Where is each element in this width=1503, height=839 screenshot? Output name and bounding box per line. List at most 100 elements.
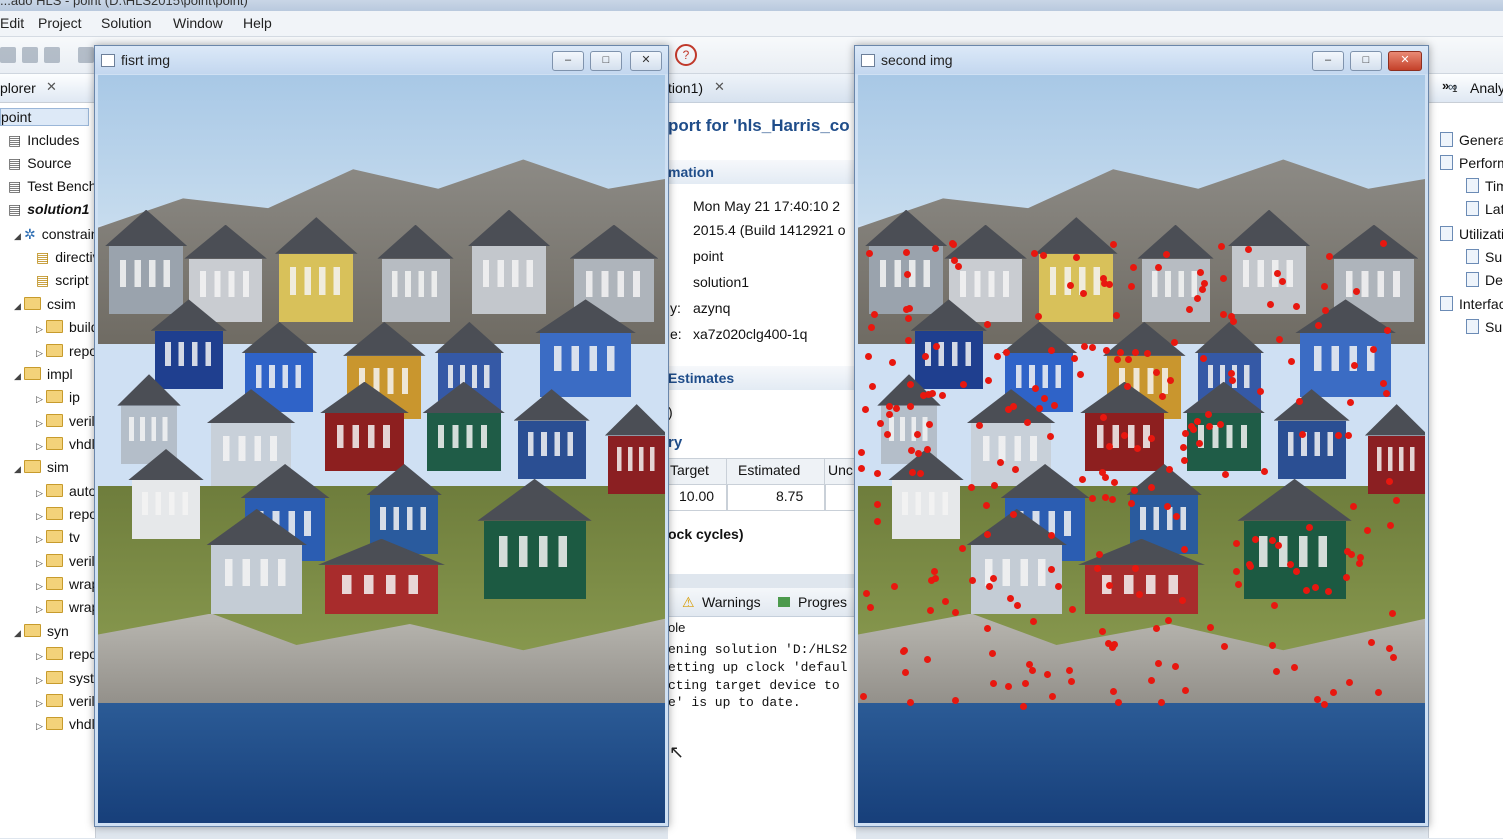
outline-item[interactable]: Utilization [1440, 226, 1503, 242]
explorer-item[interactable]: ▷ verilog [36, 693, 95, 709]
new-icon[interactable] [0, 47, 16, 63]
performance-header[interactable]: Estimates [668, 366, 856, 390]
expand-arrow-icon[interactable]: ▷ [36, 324, 46, 335]
copy-icon[interactable] [22, 47, 38, 63]
explorer-item[interactable]: ◢ csim [14, 296, 95, 312]
expand-arrow-icon[interactable]: ▷ [36, 441, 46, 452]
explorer-item[interactable]: ▷ vhdl [36, 436, 95, 452]
explorer-item[interactable]: ▷ autowrap [36, 483, 95, 499]
explorer-item[interactable]: ▷ tv [36, 529, 95, 545]
menu-solution[interactable]: Solution [101, 15, 152, 31]
expand-arrow-icon[interactable]: ▷ [36, 604, 46, 615]
explorer-item[interactable]: ▷ build [36, 319, 95, 335]
minimize-button[interactable]: – [1312, 51, 1344, 71]
explorer-item-label: point [1, 109, 32, 125]
explorer-item[interactable]: ◢ sim [14, 459, 95, 475]
close-icon[interactable]: ✕ [46, 79, 57, 95]
expand-arrow-icon[interactable]: ▷ [36, 675, 46, 686]
second-window-caption[interactable]: second img – □ ✕ [855, 46, 1428, 74]
close-button[interactable]: ✕ [1388, 51, 1422, 71]
outline-item[interactable]: Summary [1466, 319, 1503, 335]
explorer-item[interactable]: ◢ syn [14, 623, 95, 639]
explorer-item[interactable]: ▤ Test Bench [8, 178, 95, 195]
explorer-item[interactable]: ▷ wrapc [36, 576, 95, 592]
outline-item[interactable]: Latency [1466, 201, 1503, 217]
save-icon[interactable] [44, 47, 60, 63]
explorer-item[interactable]: ▤ Includes [8, 132, 95, 149]
explorer-item[interactable]: ▷ ip [36, 389, 95, 405]
expand-arrow-icon[interactable]: ▷ [36, 394, 46, 405]
corner-marker [1047, 347, 1055, 355]
second-image-window[interactable]: second img – □ ✕ [854, 45, 1429, 827]
outline-item[interactable]: Interface [1440, 296, 1503, 312]
first-image-window[interactable]: fisrt img – □ ✕ [94, 45, 669, 827]
general-info-header[interactable]: mation [668, 160, 856, 184]
explorer-item[interactable]: ▷ verilog [36, 553, 95, 569]
explorer-item[interactable]: point [0, 108, 89, 126]
explorer-item[interactable]: ◢ impl [14, 366, 95, 382]
maximize-button[interactable]: □ [1350, 51, 1382, 71]
explorer-tab[interactable]: plorer ✕ [0, 74, 95, 103]
explorer-item[interactable]: ▤ directives [36, 249, 95, 266]
expand-arrow-icon[interactable]: ▷ [36, 534, 46, 545]
expand-arrow-icon[interactable]: ▷ [36, 581, 46, 592]
more-views-icon[interactable]: » [1442, 78, 1449, 93]
expand-arrow-icon[interactable]: ▷ [36, 511, 46, 522]
explorer-item[interactable]: ▤ solution1 [8, 201, 95, 218]
corner-marker [1162, 250, 1170, 258]
explorer-item[interactable]: ▤ script [36, 272, 95, 289]
expand-arrow-icon[interactable]: ▷ [36, 348, 46, 359]
corner-marker [1047, 565, 1055, 573]
menu-help[interactable]: Help [243, 15, 272, 31]
help-icon[interactable]: ? [675, 44, 697, 66]
expand-arrow-icon[interactable]: ▷ [36, 721, 46, 732]
window-title: ...ado HLS - point (D:\HLS2015\point\poi… [0, 0, 248, 8]
folder-icon [46, 600, 63, 613]
close-button[interactable]: ✕ [630, 51, 662, 71]
expand-arrow-icon[interactable]: ▷ [36, 488, 46, 499]
tab-progress[interactable]: Progres [798, 594, 847, 610]
minimize-button[interactable]: – [552, 51, 584, 71]
corner-marker [1272, 668, 1280, 676]
outline-item[interactable]: Summary [1466, 249, 1503, 265]
explorer-item[interactable]: ▷ report [36, 343, 95, 359]
outline-item[interactable]: Detail [1466, 272, 1503, 288]
outline-item[interactable]: Timing [1466, 178, 1503, 194]
explorer-item[interactable]: ▷ verilog [36, 413, 95, 429]
report-tab[interactable]: tion1) ✕ [668, 74, 856, 103]
explorer-item[interactable]: ▷ report [36, 506, 95, 522]
section-icon [1466, 272, 1479, 287]
expand-arrow-icon[interactable]: ◢ [14, 628, 24, 639]
folder-icon [46, 577, 63, 590]
expand-arrow-icon[interactable]: ▷ [36, 698, 46, 709]
expand-arrow-icon[interactable]: ◢ [14, 464, 24, 475]
explorer-item-label: report [69, 343, 95, 359]
menu-project[interactable]: Project [38, 15, 82, 31]
expand-arrow-icon[interactable]: ◢ [14, 301, 24, 312]
expand-arrow-icon[interactable]: ▷ [36, 418, 46, 429]
explorer-item[interactable]: ▷ systemc [36, 670, 95, 686]
expand-arrow-icon[interactable]: ◢ [14, 231, 24, 242]
explorer-item[interactable]: ◢✲ constraints [14, 226, 95, 243]
expand-arrow-icon[interactable]: ▷ [36, 558, 46, 569]
explorer-item[interactable]: ▷ report [36, 646, 95, 662]
explorer-item[interactable]: ▤ Source [8, 155, 95, 172]
explorer-item-label: vhdl [69, 436, 95, 452]
menu-edit[interactable]: Edit [0, 15, 24, 31]
maximize-button[interactable]: □ [590, 51, 622, 71]
explorer-item[interactable]: ▷ vhdl [36, 716, 95, 732]
outline-item[interactable]: General [1440, 132, 1503, 148]
corner-marker [1076, 371, 1084, 379]
close-icon[interactable]: ✕ [714, 79, 725, 95]
analysis-tab[interactable]: ∞ Analy [1428, 74, 1503, 103]
tool-icon[interactable] [78, 47, 94, 63]
tab-warnings[interactable]: Warnings [702, 594, 761, 610]
expand-arrow-icon[interactable]: ◢ [14, 371, 24, 382]
corner-marker [1187, 422, 1195, 430]
corner-marker [1048, 692, 1056, 700]
expand-arrow-icon[interactable]: ▷ [36, 651, 46, 662]
menu-window[interactable]: Window [173, 15, 223, 31]
explorer-item[interactable]: ▷ wrapc_pc [36, 599, 95, 615]
outline-item[interactable]: Performance [1440, 155, 1503, 171]
first-window-caption[interactable]: fisrt img – □ ✕ [95, 46, 668, 74]
